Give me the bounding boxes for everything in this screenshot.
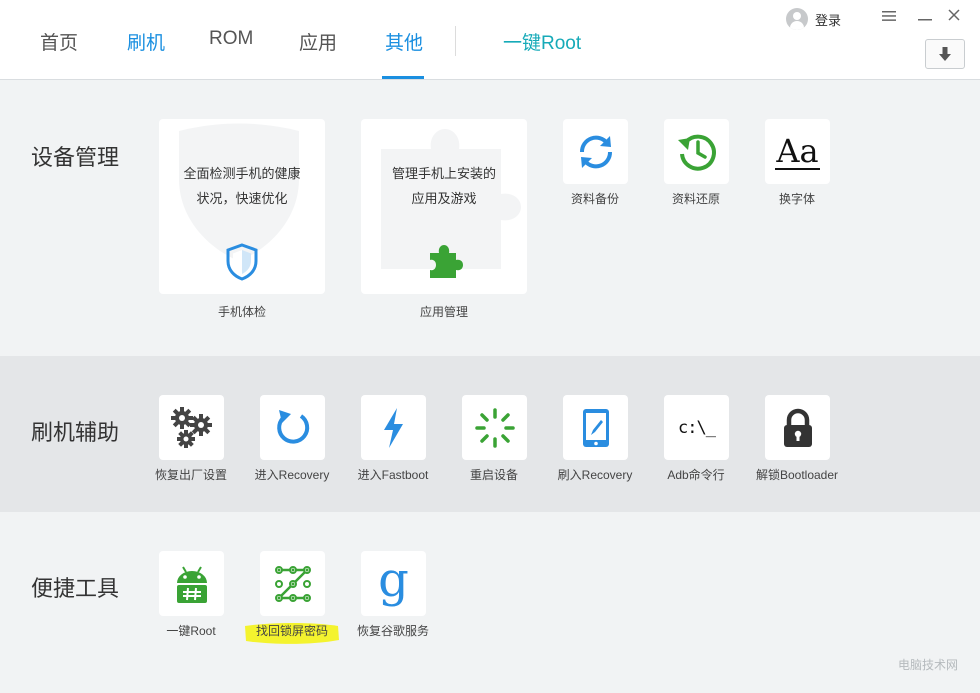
- lock-icon: [783, 408, 812, 447]
- tab-apps[interactable]: 应用: [299, 28, 337, 55]
- tile-label: Adb命令行: [667, 468, 725, 482]
- factory-reset-button[interactable]: [159, 395, 224, 460]
- flash-recovery-button[interactable]: [563, 395, 628, 460]
- tab-flash[interactable]: 刷机: [127, 28, 165, 55]
- section-title: 便捷工具: [31, 576, 120, 601]
- one-click-root-button[interactable]: [159, 551, 224, 616]
- watermark: 电脑技术网: [898, 658, 959, 672]
- sync-icon: [579, 135, 612, 168]
- tile-label: 恢复出厂设置: [154, 468, 227, 482]
- terminal-icon: c:\_: [678, 417, 716, 438]
- card-description: 状况，快速优化: [196, 191, 288, 206]
- tile-label: 资料备份: [570, 192, 619, 206]
- tile-label: 重启设备: [469, 468, 518, 482]
- card-label: 应用管理: [419, 305, 468, 319]
- gears-icon: [170, 406, 212, 448]
- active-tab-indicator: [382, 76, 424, 79]
- change-font-button[interactable]: Aa: [765, 119, 830, 184]
- tab-one-click-root[interactable]: 一键Root: [503, 28, 581, 55]
- enter-fastboot-button[interactable]: [361, 395, 426, 460]
- tab-other[interactable]: 其他: [385, 28, 423, 55]
- section-flash-assist: 刷机辅助 恢复出厂设置 进入Recovery 进入Fastboot 重启设备 刷…: [0, 356, 980, 512]
- google-icon: g: [378, 551, 409, 608]
- card-description: 管理手机上安装的: [391, 166, 496, 181]
- tile-label: 进入Recovery: [254, 468, 330, 482]
- reboot-device-button[interactable]: [462, 395, 527, 460]
- pattern-lock-icon: [274, 565, 311, 602]
- backup-data-button[interactable]: [563, 119, 628, 184]
- section-title: 设备管理: [31, 145, 120, 170]
- recover-lock-password-button[interactable]: [260, 551, 325, 616]
- font-icon: Aa: [775, 131, 820, 170]
- avatar-icon: [786, 8, 808, 30]
- nav-divider: [455, 26, 456, 56]
- section-quick-tools: 便捷工具 一键Root g 恢复谷歌服务: [0, 512, 980, 693]
- minimize-icon[interactable]: [917, 8, 933, 26]
- restore-data-button[interactable]: [664, 119, 729, 184]
- enter-recovery-button[interactable]: [260, 395, 325, 460]
- login-link[interactable]: 登录: [815, 10, 841, 29]
- tile-label: 资料还原: [671, 192, 720, 206]
- card-phone-checkup[interactable]: 全面检测手机的健康 状况，快速优化: [159, 119, 325, 294]
- tile-label: 解锁Bootloader: [755, 468, 839, 482]
- restore-icon: [677, 134, 716, 171]
- top-bar: 首页 刷机 ROM 应用 其他 一键Root 登录: [0, 0, 980, 80]
- download-icon: [939, 47, 951, 61]
- menu-icon[interactable]: [881, 8, 897, 26]
- login-area[interactable]: 登录: [786, 7, 841, 31]
- section-device-management: 设备管理 全面检测手机的健康 状况，快速优化 手机体检 管理手机上安装的 应用及…: [0, 80, 980, 356]
- card-label: 手机体检: [217, 305, 266, 319]
- loading-icon: [474, 407, 515, 448]
- tablet-icon: [582, 408, 609, 447]
- lightning-icon: [383, 407, 403, 448]
- card-description: 全面检测手机的健康: [183, 166, 301, 181]
- unlock-bootloader-button[interactable]: [765, 395, 830, 460]
- download-button[interactable]: [925, 39, 965, 69]
- close-icon[interactable]: [946, 8, 962, 26]
- card-app-management[interactable]: 管理手机上安装的 应用及游戏: [361, 119, 527, 294]
- restore-google-services-button[interactable]: g: [361, 551, 426, 616]
- puzzle-icon: [430, 245, 463, 278]
- card-description: 应用及游戏: [411, 191, 477, 206]
- tile-label: 刷入Recovery: [557, 468, 633, 482]
- android-icon: [176, 565, 207, 603]
- section-title: 刷机辅助: [31, 420, 120, 445]
- tab-rom[interactable]: ROM: [209, 28, 253, 50]
- tile-label: 找回锁屏密码: [255, 624, 328, 638]
- refresh-icon: [276, 409, 309, 444]
- tile-label: 恢复谷歌服务: [356, 624, 429, 638]
- tile-label: 换字体: [778, 192, 815, 206]
- shield-icon: [226, 243, 258, 281]
- tile-label: 进入Fastboot: [357, 468, 429, 482]
- tab-home[interactable]: 首页: [40, 28, 78, 55]
- adb-command-button[interactable]: c:\_: [664, 395, 729, 460]
- tile-label: 一键Root: [166, 624, 216, 638]
